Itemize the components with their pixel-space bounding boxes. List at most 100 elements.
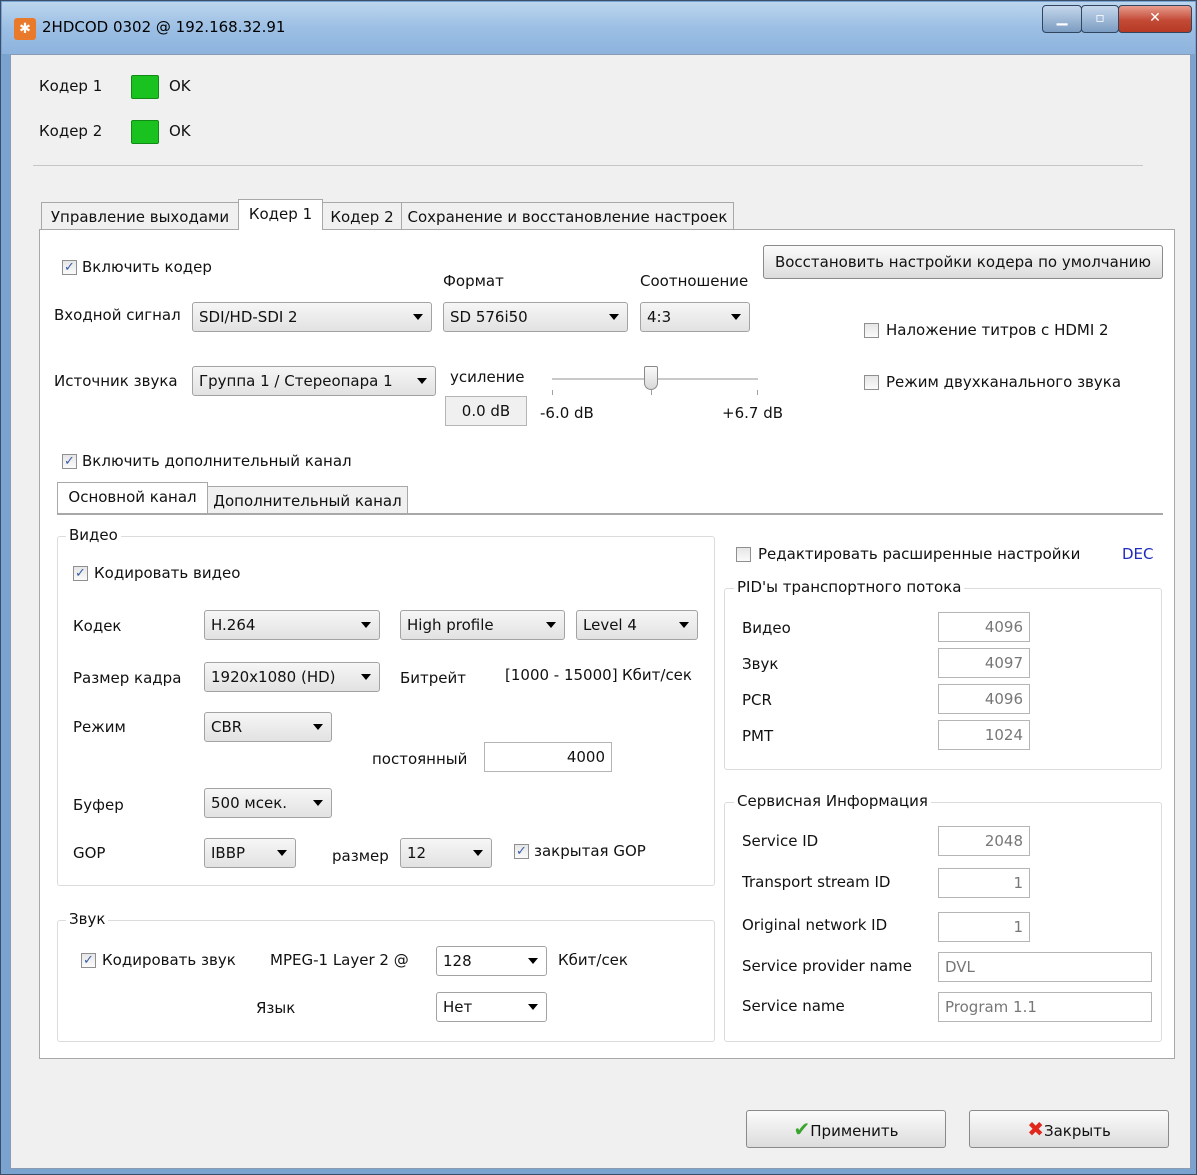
gain-value: 0.0 dB [445,396,527,426]
maximize-icon: ▫ [1095,10,1105,26]
encode-video-checkbox[interactable]: ✓ [73,566,88,581]
close-button[interactable]: ✖Закрыть [969,1110,1169,1148]
pid-pmt-label: PMT [742,727,774,745]
gain-tick-mid [651,390,652,395]
mode-select[interactable]: CBR [204,712,332,742]
video-group-title: Видео [66,526,121,544]
close-label: Закрыть [1043,1122,1111,1140]
service-name-field[interactable]: Program 1.1 [938,992,1152,1022]
tab-save-restore[interactable]: Сохранение и восстановление настроек [401,202,734,230]
encoder1-status-led [131,75,159,99]
gop-size-value: 12 [407,844,427,862]
transport-stream-id-field[interactable]: 1 [938,868,1030,898]
gop-size-select[interactable]: 12 [400,838,492,868]
minimize-icon: ▁ [1056,10,1068,26]
gop-label: GOP [73,844,106,862]
buffer-label: Буфер [73,796,124,814]
pid-audio-field[interactable]: 4097 [938,648,1030,678]
encode-video-label: Кодировать видео [94,564,241,582]
audio-source-select[interactable]: Группа 1 / Стереопара 1 [192,366,436,396]
client-area: Кодер 1 OK Кодер 2 OK Управление выходам… [10,54,1191,1169]
pid-audio-label: Звук [742,655,779,673]
service-id-label: Service ID [742,832,819,850]
pid-video-field[interactable]: 4096 [938,612,1030,642]
maximize-button[interactable]: ▫ [1081,5,1119,33]
checkmark-icon: ✔ [793,1117,811,1141]
encoder2-status-label: Кодер 2 [39,122,103,140]
enable-encoder-checkbox[interactable]: ✓ [62,260,77,275]
mode-label: Режим [73,718,126,736]
dec-indicator: DEC [1122,545,1154,563]
tab-encoder2[interactable]: Кодер 2 [322,202,402,230]
subtab-border [57,513,1163,515]
chevron-down-icon [277,850,287,856]
profile-select[interactable]: High profile [400,610,565,640]
divider [33,165,1143,166]
buffer-select[interactable]: 500 мсек. [204,788,332,818]
service-provider-field[interactable]: DVL [938,952,1152,982]
encoder1-status-label: Кодер 1 [39,77,103,95]
subtab-main-channel[interactable]: Основной канал [57,482,208,513]
closed-gop-label: закрытая GOP [534,842,646,860]
gain-tick-max [757,390,758,395]
chevron-down-icon [546,622,556,628]
title-bar[interactable]: ✱ 2HDCOD 0302 @ 192.168.32.91 ▁ ▫ ✕ [2,2,1195,54]
constant-bitrate-input[interactable]: 4000 [484,742,612,772]
tab-encoder1[interactable]: Кодер 1 [238,199,323,230]
chevron-down-icon [361,674,371,680]
minimize-button[interactable]: ▁ [1042,5,1082,33]
codec-label: Кодек [73,617,122,635]
gain-slider-thumb[interactable] [643,366,658,390]
level-value: Level 4 [583,616,637,634]
ratio-select[interactable]: 4:3 [640,302,750,332]
extra-channel-checkbox[interactable]: ✓ [62,454,77,469]
input-signal-select[interactable]: SDI/HD-SDI 2 [192,302,432,332]
service-id-field[interactable]: 2048 [938,826,1030,856]
gain-max-label: +6.7 dB [722,404,784,422]
format-select[interactable]: SD 576i50 [443,302,628,332]
bitrate-range: [1000 - 15000] [505,666,618,684]
pid-pmt-field[interactable]: 1024 [938,720,1030,750]
audio-source-label: Источник звука [54,372,178,390]
frame-size-select[interactable]: 1920x1080 (HD) [204,662,380,692]
video-group [57,536,715,886]
language-select[interactable]: Нет [436,992,547,1022]
subtab-extra-channel[interactable]: Дополнительный канал [207,486,408,514]
chevron-down-icon [528,1004,538,1010]
pid-video-label: Видео [742,619,791,637]
gop-select[interactable]: IBBP [204,838,296,868]
edit-advanced-checkbox[interactable] [736,547,751,562]
chevron-down-icon [731,314,741,320]
language-label: Язык [256,999,296,1017]
apply-button[interactable]: ✔Применить [746,1110,946,1148]
extra-channel-label: Включить дополнительный канал [82,452,352,470]
closed-gop-checkbox[interactable]: ✓ [514,844,529,859]
hdmi-overlay-checkbox[interactable] [864,323,879,338]
close-x-icon: ✖ [1027,1117,1044,1141]
tab-outputs[interactable]: Управление выходами [41,202,239,230]
reset-defaults-button[interactable]: Восстановить настройки кодера по умолчан… [763,245,1163,279]
pid-pcr-field[interactable]: 4096 [938,684,1030,714]
level-select[interactable]: Level 4 [576,610,698,640]
pids-group-title: PID'ы транспортного потока [734,578,965,596]
chevron-down-icon [528,958,538,964]
codec-select[interactable]: H.264 [204,610,380,640]
buffer-value: 500 мсек. [211,794,288,812]
chevron-down-icon [679,622,689,628]
close-window-button[interactable]: ✕ [1118,5,1192,33]
gain-min-label: -6.0 dB [540,404,594,422]
close-icon: ✕ [1149,10,1161,26]
audio-source-value: Группа 1 / Стереопара 1 [199,372,393,390]
window-title: 2HDCOD 0302 @ 192.168.32.91 [42,18,286,36]
encoder1-status-value: OK [169,77,191,95]
transport-stream-id-label: Transport stream ID [742,873,891,891]
gain-tick-min [552,390,553,395]
pid-pcr-label: PCR [742,691,772,709]
chevron-down-icon [313,724,323,730]
encode-audio-checkbox[interactable]: ✓ [81,953,96,968]
encode-audio-label: Кодировать звук [102,951,236,969]
audio-bitrate-select[interactable]: 128 [436,946,547,976]
bitrate-label: Битрейт [400,669,467,687]
original-network-id-field[interactable]: 1 [938,912,1030,942]
dual-audio-checkbox[interactable] [864,375,879,390]
